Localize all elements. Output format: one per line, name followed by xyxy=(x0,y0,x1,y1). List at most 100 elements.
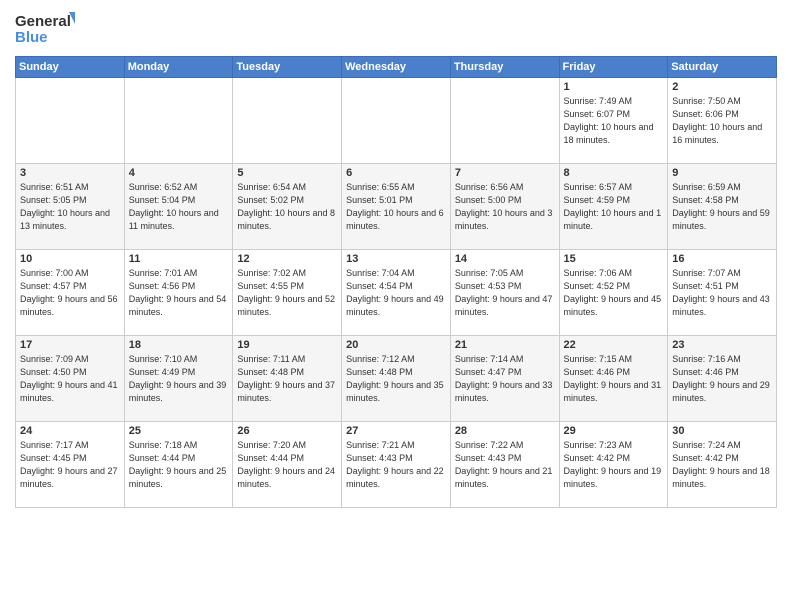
calendar-cell xyxy=(342,78,451,164)
day-info: Sunrise: 7:49 AM Sunset: 6:07 PM Dayligh… xyxy=(564,95,664,147)
day-number: 18 xyxy=(129,339,229,351)
week-row-1: 1Sunrise: 7:49 AM Sunset: 6:07 PM Daylig… xyxy=(16,78,777,164)
logo: General Blue xyxy=(15,10,75,48)
day-info: Sunrise: 6:56 AM Sunset: 5:00 PM Dayligh… xyxy=(455,181,555,233)
svg-text:Blue: Blue xyxy=(15,29,48,46)
weekday-header-wednesday: Wednesday xyxy=(342,57,451,78)
day-number: 7 xyxy=(455,167,555,179)
calendar-cell xyxy=(233,78,342,164)
day-number: 12 xyxy=(237,253,337,265)
page-container: General Blue SundayMondayTuesdayWednesda… xyxy=(0,0,792,612)
calendar-cell: 1Sunrise: 7:49 AM Sunset: 6:07 PM Daylig… xyxy=(559,78,668,164)
day-info: Sunrise: 7:00 AM Sunset: 4:57 PM Dayligh… xyxy=(20,267,120,319)
calendar-cell xyxy=(124,78,233,164)
day-info: Sunrise: 7:06 AM Sunset: 4:52 PM Dayligh… xyxy=(564,267,664,319)
calendar-cell: 3 Sunrise: 6:51 AM Sunset: 5:05 PM Daylig… xyxy=(16,164,125,250)
day-info: Sunrise: 6:55 AM Sunset: 5:01 PM Dayligh… xyxy=(346,181,446,233)
week-row-4: 17 Sunrise: 7:09 AM Sunset: 4:50 PM Dayli… xyxy=(16,336,777,422)
calendar-cell: 22 Sunrise: 7:15 AM Sunset: 4:46 PM Dayli… xyxy=(559,336,668,422)
calendar-cell: 23 Sunrise: 7:16 AM Sunset: 4:46 PM Dayli… xyxy=(668,336,777,422)
weekday-header-sunday: Sunday xyxy=(16,57,125,78)
weekday-header-tuesday: Tuesday xyxy=(233,57,342,78)
calendar-cell: 8 Sunrise: 6:57 AM Sunset: 4:59 PM Daylig… xyxy=(559,164,668,250)
week-row-3: 10Sunrise: 7:00 AM Sunset: 4:57 PM Dayli… xyxy=(16,250,777,336)
day-number: 21 xyxy=(455,339,555,351)
day-info: Sunrise: 7:04 AM Sunset: 4:54 PM Dayligh… xyxy=(346,267,446,319)
day-number: 28 xyxy=(455,425,555,437)
calendar-cell: 11Sunrise: 7:01 AM Sunset: 4:56 PM Dayli… xyxy=(124,250,233,336)
day-number: 3 xyxy=(20,167,120,179)
calendar-cell: 16 Sunrise: 7:07 AM Sunset: 4:51 PM Dayli… xyxy=(668,250,777,336)
day-info: Sunrise: 6:57 AM Sunset: 4:59 PM Dayligh… xyxy=(564,181,664,233)
weekday-header-friday: Friday xyxy=(559,57,668,78)
day-info: Sunrise: 7:14 AM Sunset: 4:47 PM Dayligh… xyxy=(455,353,555,405)
weekday-header-thursday: Thursday xyxy=(450,57,559,78)
day-info: Sunrise: 6:52 AM Sunset: 5:04 PM Dayligh… xyxy=(129,181,229,233)
calendar-cell: 18 Sunrise: 7:10 AM Sunset: 4:49 PM Dayli… xyxy=(124,336,233,422)
calendar-cell: 17 Sunrise: 7:09 AM Sunset: 4:50 PM Dayli… xyxy=(16,336,125,422)
day-info: Sunrise: 7:16 AM Sunset: 4:46 PM Dayligh… xyxy=(672,353,772,405)
calendar-cell: 2Sunrise: 7:50 AM Sunset: 6:06 PM Daylig… xyxy=(668,78,777,164)
calendar-cell: 26 Sunrise: 7:20 AM Sunset: 4:44 PM Dayli… xyxy=(233,422,342,508)
calendar-cell: 25Sunrise: 7:18 AM Sunset: 4:44 PM Dayli… xyxy=(124,422,233,508)
day-info: Sunrise: 7:05 AM Sunset: 4:53 PM Dayligh… xyxy=(455,267,555,319)
day-number: 16 xyxy=(672,253,772,265)
day-number: 25 xyxy=(129,425,229,437)
weekday-header-monday: Monday xyxy=(124,57,233,78)
day-info: Sunrise: 7:09 AM Sunset: 4:50 PM Dayligh… xyxy=(20,353,120,405)
calendar-cell: 21 Sunrise: 7:14 AM Sunset: 4:47 PM Dayli… xyxy=(450,336,559,422)
day-info: Sunrise: 7:01 AM Sunset: 4:56 PM Dayligh… xyxy=(129,267,229,319)
day-number: 6 xyxy=(346,167,446,179)
day-number: 8 xyxy=(564,167,664,179)
day-info: Sunrise: 6:59 AM Sunset: 4:58 PM Dayligh… xyxy=(672,181,772,233)
day-info: Sunrise: 7:11 AM Sunset: 4:48 PM Dayligh… xyxy=(237,353,337,405)
day-info: Sunrise: 7:20 AM Sunset: 4:44 PM Dayligh… xyxy=(237,439,337,491)
day-number: 26 xyxy=(237,425,337,437)
week-row-2: 3 Sunrise: 6:51 AM Sunset: 5:05 PM Daylig… xyxy=(16,164,777,250)
calendar-cell xyxy=(16,78,125,164)
calendar-cell: 7 Sunrise: 6:56 AM Sunset: 5:00 PM Daylig… xyxy=(450,164,559,250)
week-row-5: 24 Sunrise: 7:17 AM Sunset: 4:45 PM Dayli… xyxy=(16,422,777,508)
calendar-cell: 28 Sunrise: 7:22 AM Sunset: 4:43 PM Dayli… xyxy=(450,422,559,508)
calendar-cell: 5Sunrise: 6:54 AM Sunset: 5:02 PM Daylig… xyxy=(233,164,342,250)
day-number: 14 xyxy=(455,253,555,265)
day-number: 22 xyxy=(564,339,664,351)
day-number: 17 xyxy=(20,339,120,351)
day-info: Sunrise: 7:10 AM Sunset: 4:49 PM Dayligh… xyxy=(129,353,229,405)
calendar-cell: 12 Sunrise: 7:02 AM Sunset: 4:55 PM Dayli… xyxy=(233,250,342,336)
weekday-header-row: SundayMondayTuesdayWednesdayThursdayFrid… xyxy=(16,57,777,78)
calendar-cell: 30Sunrise: 7:24 AM Sunset: 4:42 PM Dayli… xyxy=(668,422,777,508)
calendar-cell: 6 Sunrise: 6:55 AM Sunset: 5:01 PM Daylig… xyxy=(342,164,451,250)
day-number: 13 xyxy=(346,253,446,265)
day-info: Sunrise: 6:54 AM Sunset: 5:02 PM Dayligh… xyxy=(237,181,337,233)
day-info: Sunrise: 7:24 AM Sunset: 4:42 PM Dayligh… xyxy=(672,439,772,491)
calendar-cell: 24 Sunrise: 7:17 AM Sunset: 4:45 PM Dayli… xyxy=(16,422,125,508)
day-number: 4 xyxy=(129,167,229,179)
calendar-cell: 29Sunrise: 7:23 AM Sunset: 4:42 PM Dayli… xyxy=(559,422,668,508)
day-info: Sunrise: 7:07 AM Sunset: 4:51 PM Dayligh… xyxy=(672,267,772,319)
day-info: Sunrise: 7:12 AM Sunset: 4:48 PM Dayligh… xyxy=(346,353,446,405)
logo-svg: General Blue xyxy=(15,10,75,48)
day-info: Sunrise: 7:23 AM Sunset: 4:42 PM Dayligh… xyxy=(564,439,664,491)
calendar-cell: 15 Sunrise: 7:06 AM Sunset: 4:52 PM Dayli… xyxy=(559,250,668,336)
day-number: 15 xyxy=(564,253,664,265)
day-info: Sunrise: 7:22 AM Sunset: 4:43 PM Dayligh… xyxy=(455,439,555,491)
calendar-cell: 10Sunrise: 7:00 AM Sunset: 4:57 PM Dayli… xyxy=(16,250,125,336)
day-number: 24 xyxy=(20,425,120,437)
calendar-table: SundayMondayTuesdayWednesdayThursdayFrid… xyxy=(15,56,777,508)
day-info: Sunrise: 6:51 AM Sunset: 5:05 PM Dayligh… xyxy=(20,181,120,233)
day-number: 23 xyxy=(672,339,772,351)
day-info: Sunrise: 7:21 AM Sunset: 4:43 PM Dayligh… xyxy=(346,439,446,491)
calendar-cell: 9 Sunrise: 6:59 AM Sunset: 4:58 PM Daylig… xyxy=(668,164,777,250)
svg-text:General: General xyxy=(15,13,71,30)
calendar-cell: 20 Sunrise: 7:12 AM Sunset: 4:48 PM Dayli… xyxy=(342,336,451,422)
page-header: General Blue xyxy=(15,10,777,48)
day-number: 20 xyxy=(346,339,446,351)
day-info: Sunrise: 7:02 AM Sunset: 4:55 PM Dayligh… xyxy=(237,267,337,319)
calendar-cell: 19Sunrise: 7:11 AM Sunset: 4:48 PM Dayli… xyxy=(233,336,342,422)
day-info: Sunrise: 7:17 AM Sunset: 4:45 PM Dayligh… xyxy=(20,439,120,491)
day-number: 27 xyxy=(346,425,446,437)
day-number: 9 xyxy=(672,167,772,179)
day-info: Sunrise: 7:50 AM Sunset: 6:06 PM Dayligh… xyxy=(672,95,772,147)
day-info: Sunrise: 7:15 AM Sunset: 4:46 PM Dayligh… xyxy=(564,353,664,405)
